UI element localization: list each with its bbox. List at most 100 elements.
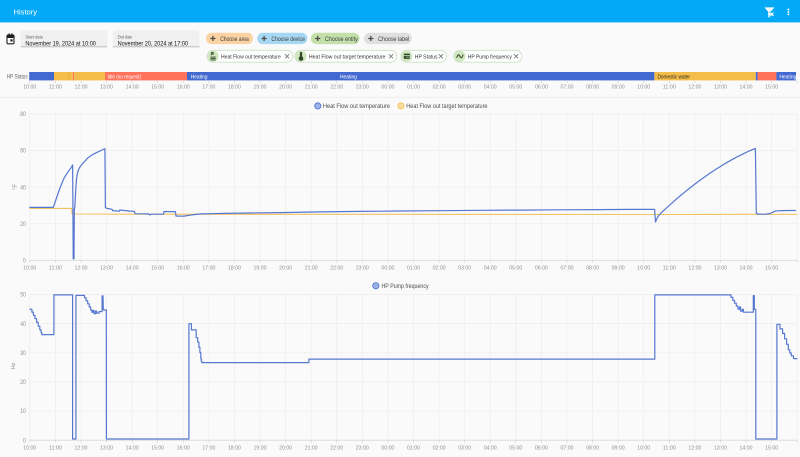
svg-text:14:00: 14:00 — [126, 85, 139, 91]
svg-text:Choose device: Choose device — [271, 37, 305, 43]
svg-text:11:00: 11:00 — [663, 446, 676, 452]
svg-text:14:00: 14:00 — [740, 85, 753, 91]
svg-text:08:00: 08:00 — [586, 265, 599, 271]
svg-text:08:00: 08:00 — [586, 85, 599, 91]
svg-text:05:00: 05:00 — [509, 85, 522, 91]
svg-text:Heat Flow out temperature: Heat Flow out temperature — [221, 54, 281, 60]
svg-text:0: 0 — [23, 437, 26, 444]
svg-text:12:00: 12:00 — [688, 446, 701, 452]
svg-text:05:00: 05:00 — [509, 265, 522, 271]
svg-text:08:00: 08:00 — [586, 446, 599, 452]
svg-text:23:00: 23:00 — [356, 446, 369, 452]
svg-text:15:00: 15:00 — [151, 85, 164, 91]
svg-text:05:00: 05:00 — [509, 446, 522, 452]
svg-text:30: 30 — [20, 350, 26, 357]
svg-text:06:00: 06:00 — [535, 446, 548, 452]
svg-text:12:00: 12:00 — [688, 265, 701, 271]
svg-text:13:00: 13:00 — [714, 265, 727, 271]
svg-text:11:00: 11:00 — [663, 85, 676, 91]
svg-text:13:00: 13:00 — [100, 446, 113, 452]
svg-text:Domestic water: Domestic water — [658, 74, 691, 80]
svg-text:13:00: 13:00 — [714, 85, 727, 91]
svg-text:23:00: 23:00 — [356, 85, 369, 91]
svg-text:15:00: 15:00 — [765, 265, 778, 271]
svg-text:10:00: 10:00 — [637, 265, 650, 271]
svg-text:23:00: 23:00 — [356, 265, 369, 271]
svg-text:Start date: Start date — [25, 34, 43, 39]
svg-text:Hz: Hz — [11, 362, 17, 369]
svg-text:Heat Flow out temperature: Heat Flow out temperature — [323, 103, 390, 110]
svg-text:19:00: 19:00 — [254, 265, 267, 271]
svg-text:16:00: 16:00 — [177, 85, 190, 91]
svg-text:Heating: Heating — [340, 74, 357, 80]
svg-text:Heating: Heating — [191, 74, 208, 80]
svg-text:13:00: 13:00 — [100, 85, 113, 91]
svg-text:04:00: 04:00 — [484, 265, 497, 271]
svg-text:09:00: 09:00 — [612, 446, 625, 452]
svg-text:11:00: 11:00 — [49, 446, 62, 452]
svg-text:03:00: 03:00 — [458, 446, 471, 452]
svg-text:HP Pump frequency: HP Pump frequency — [382, 283, 430, 290]
svg-text:15:00: 15:00 — [765, 85, 778, 91]
svg-text:November 20, 2024 at 17:00: November 20, 2024 at 17:00 — [118, 41, 189, 48]
svg-text:12:00: 12:00 — [75, 265, 88, 271]
svg-text:03:00: 03:00 — [458, 85, 471, 91]
svg-text:History: History — [14, 7, 38, 16]
svg-text:20:00: 20:00 — [279, 446, 292, 452]
svg-text:21:00: 21:00 — [305, 446, 318, 452]
svg-text:60: 60 — [20, 148, 26, 155]
svg-text:20:00: 20:00 — [279, 265, 292, 271]
svg-text:00:00: 00:00 — [381, 446, 394, 452]
svg-text:22:00: 22:00 — [330, 446, 343, 452]
svg-text:07:00: 07:00 — [561, 85, 574, 91]
svg-text:03:00: 03:00 — [458, 265, 471, 271]
svg-text:21:00: 21:00 — [305, 85, 318, 91]
svg-text:Choose entity: Choose entity — [325, 37, 358, 43]
svg-text:HP Pump frequency: HP Pump frequency — [468, 54, 512, 60]
svg-text:10:00: 10:00 — [637, 446, 650, 452]
svg-text:14:00: 14:00 — [740, 265, 753, 271]
svg-text:15:00: 15:00 — [151, 446, 164, 452]
svg-text:02:00: 02:00 — [433, 265, 446, 271]
svg-text:16:00: 16:00 — [177, 446, 190, 452]
svg-text:40: 40 — [20, 321, 26, 328]
svg-text:04:00: 04:00 — [484, 85, 497, 91]
svg-text:20:00: 20:00 — [279, 85, 292, 91]
svg-text:November 19, 2024 at 10:00: November 19, 2024 at 10:00 — [25, 41, 96, 48]
svg-text:14:00: 14:00 — [126, 265, 139, 271]
svg-text:Heating: Heating — [779, 74, 796, 80]
svg-text:11:00: 11:00 — [663, 265, 676, 271]
svg-text:Choose area: Choose area — [220, 37, 249, 43]
svg-text:17:00: 17:00 — [202, 446, 215, 452]
svg-text:22:00: 22:00 — [330, 265, 343, 271]
svg-text:13:00: 13:00 — [714, 446, 727, 452]
svg-text:17:00: 17:00 — [202, 265, 215, 271]
svg-text:22:00: 22:00 — [330, 85, 343, 91]
svg-text:18:00: 18:00 — [228, 265, 241, 271]
svg-text:06:00: 06:00 — [535, 85, 548, 91]
svg-text:0: 0 — [23, 257, 26, 264]
svg-text:19:00: 19:00 — [254, 446, 267, 452]
svg-text:00:00: 00:00 — [381, 265, 394, 271]
svg-text:11:00: 11:00 — [49, 265, 62, 271]
svg-text:09:00: 09:00 — [612, 265, 625, 271]
svg-text:50: 50 — [20, 292, 26, 299]
svg-text:10: 10 — [20, 408, 26, 415]
svg-text:17:00: 17:00 — [202, 85, 215, 91]
svg-text:18:00: 18:00 — [228, 85, 241, 91]
svg-text:10:00: 10:00 — [23, 85, 36, 91]
svg-text:HP Status: HP Status — [415, 54, 438, 60]
svg-text:12:00: 12:00 — [75, 446, 88, 452]
svg-text:End date: End date — [118, 34, 133, 39]
svg-text:21:00: 21:00 — [305, 265, 318, 271]
svg-text:12:00: 12:00 — [688, 85, 701, 91]
svg-text:20: 20 — [20, 379, 26, 386]
svg-text:02:00: 02:00 — [433, 446, 446, 452]
svg-text:01:00: 01:00 — [407, 265, 420, 271]
svg-text:09:00: 09:00 — [612, 85, 625, 91]
svg-text:Heat Flow out target temperatu: Heat Flow out target temperature — [406, 103, 488, 110]
svg-text:Choose label: Choose label — [378, 37, 409, 43]
svg-text:10:00: 10:00 — [637, 85, 650, 91]
svg-text:Heat Flow out target temperatu: Heat Flow out target temperature — [309, 54, 386, 60]
svg-text:15:00: 15:00 — [765, 446, 778, 452]
